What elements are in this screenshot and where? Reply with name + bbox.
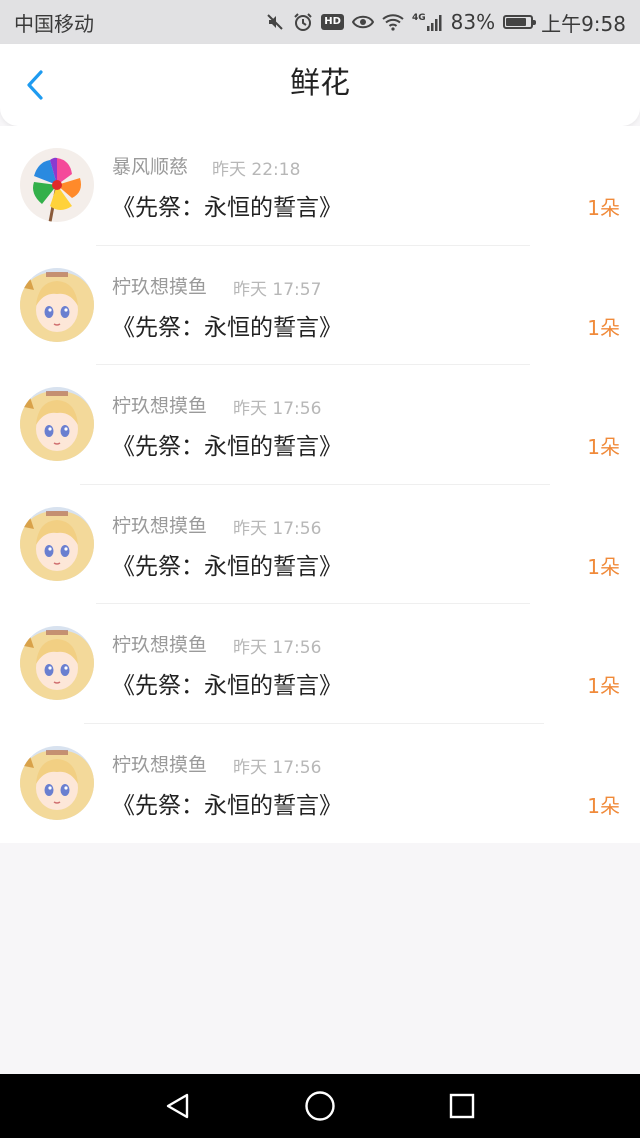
send-time: 昨天 17:56 (233, 518, 322, 539)
pinwheel-avatar-image (20, 148, 94, 222)
list-item[interactable]: 柠玖想摸鱼 昨天 17:56 《先祭：永恒的誓言》 1朵 (0, 724, 640, 844)
signal-icon: 4G (412, 13, 443, 31)
clock: 上午9:58 (541, 11, 626, 36)
hd-icon: HD (321, 14, 344, 30)
avatar[interactable] (20, 626, 94, 700)
send-time: 昨天 17:57 (233, 279, 322, 300)
list-item[interactable]: 柠玖想摸鱼 昨天 17:56 《先祭：永恒的誓言》 1朵 (0, 365, 640, 485)
network-type-label: 4G (411, 13, 426, 23)
gift-target: 《先祭：永恒的誓言》 (112, 434, 342, 460)
sender-name: 柠玖想摸鱼 (112, 753, 208, 776)
gift-target: 《先祭：永恒的誓言》 (112, 553, 342, 580)
gift-target: 《先祭：永恒的誓言》 (112, 195, 342, 221)
header-bar: 鲜花 (0, 44, 640, 126)
gift-target: 《先祭：永恒的誓言》 (112, 792, 342, 819)
anime-girl-avatar-image (20, 626, 94, 700)
avatar[interactable] (20, 745, 94, 820)
flower-count: 1朵 (587, 674, 620, 698)
send-time: 昨天 17:56 (233, 757, 322, 778)
system-back-button[interactable] (160, 1088, 196, 1124)
sender-name: 柠玖想摸鱼 (112, 514, 208, 537)
home-circle-icon (305, 1091, 335, 1121)
gift-target: 《先祭：永恒的誓言》 (112, 314, 342, 341)
flower-count: 1朵 (587, 315, 620, 340)
battery-icon (503, 15, 537, 29)
system-navigation-bar (0, 1074, 640, 1138)
mute-icon (265, 12, 285, 32)
avatar[interactable] (20, 387, 94, 461)
list-item[interactable]: 柠玖想摸鱼 昨天 17:57 《先祭：永恒的誓言》 1朵 (0, 246, 640, 365)
anime-girl-avatar-image (20, 745, 94, 820)
avatar[interactable] (20, 267, 94, 342)
flower-count: 1朵 (587, 435, 620, 459)
send-time: 昨天 22:18 (212, 160, 301, 180)
flower-count: 1朵 (587, 554, 620, 579)
avatar[interactable] (20, 506, 94, 581)
gift-target: 《先祭：永恒的誓言》 (112, 673, 342, 699)
sender-name: 柠玖想摸鱼 (112, 634, 208, 656)
status-icons: HD 4G 83% 上午9:58 (265, 8, 626, 37)
anime-girl-avatar-image (20, 506, 94, 581)
battery-percent: 83% (450, 10, 496, 34)
sender-name: 暴风顺慈 (112, 156, 189, 178)
list-item[interactable]: 柠玖想摸鱼 昨天 17:56 《先祭：永恒的誓言》 1朵 (0, 485, 640, 604)
list-item[interactable]: 柠玖想摸鱼 昨天 17:56 《先祭：永恒的誓言》 1朵 (0, 604, 640, 724)
avatar[interactable] (20, 148, 94, 222)
eye-icon (351, 14, 374, 30)
flower-count: 1朵 (587, 196, 620, 220)
page-title: 鲜花 (290, 66, 350, 101)
send-time: 昨天 17:56 (233, 399, 322, 419)
system-recents-button[interactable] (444, 1088, 480, 1124)
wifi-icon (382, 13, 404, 31)
flower-count: 1朵 (587, 793, 620, 818)
anime-girl-avatar-image (20, 267, 94, 342)
system-home-button[interactable] (302, 1088, 338, 1124)
sender-name: 柠玖想摸鱼 (112, 395, 208, 417)
anime-girl-avatar-image (20, 387, 94, 461)
carrier-label: 中国移动 (14, 11, 94, 36)
sender-name: 柠玖想摸鱼 (112, 275, 208, 298)
battery-fill (506, 18, 527, 26)
alarm-icon (293, 12, 313, 32)
send-time: 昨天 17:56 (233, 638, 322, 658)
flower-record-list: 暴风顺慈 昨天 22:18 《先祭：永恒的誓言》 1朵 柠玖想摸鱼 昨天 17:57 《先祭… (0, 126, 640, 843)
back-triangle-icon (166, 1093, 189, 1119)
list-item[interactable]: 暴风顺慈 昨天 22:18 《先祭：永恒的誓言》 1朵 (0, 126, 640, 246)
recents-square-icon (449, 1093, 475, 1119)
